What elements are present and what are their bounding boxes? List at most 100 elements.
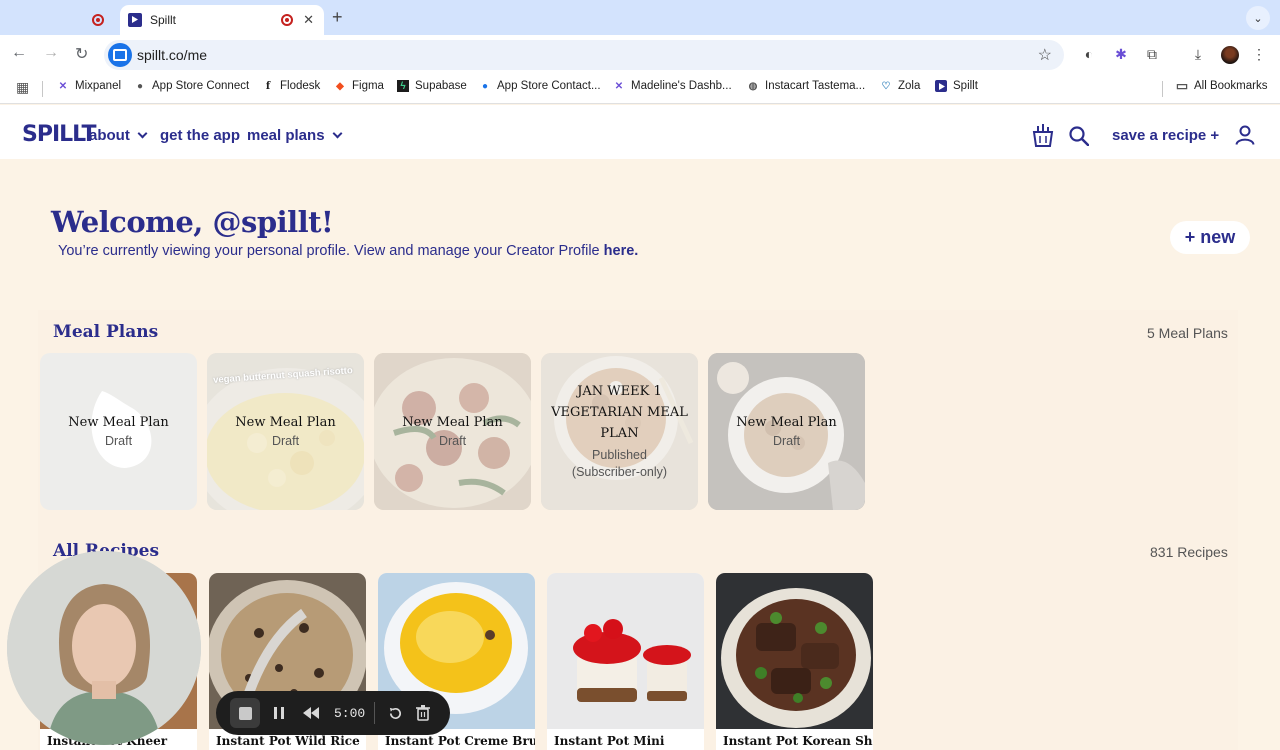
restart-icon[interactable] [386, 703, 404, 723]
meal-plan-card[interactable]: New Meal Plan Draft [374, 353, 531, 510]
recipe-name: Instant Pot Creme Brulee [385, 734, 535, 748]
stop-recording-button[interactable] [230, 698, 260, 728]
bookmark-label: Spillt [953, 80, 978, 92]
welcome-subtitle: You’re currently viewing your personal p… [58, 243, 638, 259]
url-text: spillt.co/me [137, 47, 208, 63]
bookmark-app-store-connect[interactable]: ● App Store Connect [134, 80, 249, 92]
grocery-basket-icon[interactable] [1031, 123, 1055, 147]
meal-plans-heading: Meal Plans [53, 322, 159, 342]
meal-plan-card[interactable]: New Meal Plan Draft [708, 353, 865, 510]
heart-icon: ♡ [881, 80, 891, 92]
supabase-icon: ϟ [397, 80, 409, 92]
new-button[interactable]: + new [1170, 221, 1250, 254]
search-icon[interactable] [1069, 126, 1089, 146]
profile-avatar[interactable] [1221, 46, 1239, 64]
meal-plan-card[interactable]: New Meal Plan Draft [40, 353, 197, 510]
bookmarks-bar: ▦ ✕ Mixpanel ● App Store Connect f Flode… [0, 73, 1280, 104]
reload-icon[interactable]: ↻ [75, 44, 88, 64]
meal-plan-name: New Meal Plan [402, 414, 503, 430]
bookmark-label: Zola [898, 80, 921, 92]
meal-plan-status: Draft [104, 434, 133, 449]
bookmark-flodesk[interactable]: f Flodesk [262, 80, 320, 92]
bookmark-separator [42, 81, 43, 97]
meal-plan-card[interactable]: JAN WEEK 1 VEGETARIAN MEAL PLAN Publishe… [541, 353, 698, 510]
address-bar[interactable]: spillt.co/me ☆ [104, 40, 1064, 70]
bookmark-madelines-dashboard[interactable]: ✕ Madeline's Dashb... [613, 80, 732, 92]
apple-icon: ● [481, 80, 489, 92]
meal-plan-status: Draft [271, 434, 300, 449]
korean-short-rib-photo [716, 573, 873, 729]
meal-plan-status: Published [592, 447, 647, 462]
recipe-card[interactable]: Instant Pot Mini [547, 573, 704, 750]
meal-plan-card[interactable]: vegan butternut squash risotto New Meal … [207, 353, 364, 510]
extension-puzzle-color-icon[interactable]: ✱ [1112, 45, 1130, 63]
pause-icon[interactable] [271, 703, 287, 723]
meal-plan-status: Draft [772, 434, 801, 449]
browser-tab-spillt[interactable]: Spillt ✕ [120, 5, 324, 35]
page-title: Welcome, @spillt! [51, 205, 334, 239]
webcam-bubble[interactable] [7, 551, 201, 745]
trash-icon[interactable] [414, 703, 432, 723]
nav-about-label: about [89, 127, 130, 144]
meal-plan-text: New Meal Plan Draft [46, 353, 191, 510]
browser-tab-strip: Spillt ✕ + ⌄ [0, 0, 1280, 35]
bookmark-star-icon[interactable]: ☆ [1038, 45, 1052, 65]
subtitle-text: You’re currently viewing your personal p… [58, 243, 600, 259]
user-profile-icon[interactable] [1235, 125, 1255, 145]
figma-icon: ◆ [336, 80, 344, 92]
apps-grid-icon[interactable]: ▦ [16, 79, 29, 96]
chevron-down-icon [137, 128, 148, 139]
creator-profile-link[interactable]: here. [604, 243, 639, 259]
browser-toolbar: ← → ↻ spillt.co/me ☆ ◐ ✱ 2 ⧉ ⤓ ⋮ [0, 35, 1280, 100]
bookmark-mixpanel[interactable]: ✕ Mixpanel [57, 80, 121, 92]
nav-meal-plans[interactable]: meal plans [247, 127, 342, 144]
bookmark-separator [1162, 81, 1163, 97]
mixpanel-icon: ✕ [614, 80, 624, 92]
recipe-name: Instant Pot Mini [554, 734, 665, 748]
extensions-puzzle-icon[interactable]: ⧉ [1143, 45, 1161, 63]
recipe-card[interactable]: Instant Pot Korean Short [716, 573, 873, 750]
all-bookmarks-label: All Bookmarks [1194, 80, 1268, 92]
meal-plan-name: JAN WEEK 1 VEGETARIAN MEAL PLAN [551, 384, 688, 442]
folder-icon: ▭ [1175, 78, 1189, 93]
spillt-logo[interactable]: SPILLT [22, 122, 97, 147]
meal-plan-text: New Meal Plan Draft [714, 353, 859, 510]
new-tab-icon[interactable]: + [332, 7, 343, 28]
forward-arrow-icon[interactable]: → [43, 44, 59, 62]
bookmark-spillt[interactable]: Spillt [935, 80, 978, 92]
nav-get-the-app[interactable]: get the app [160, 127, 240, 144]
nav-about[interactable]: about [89, 127, 148, 144]
save-recipe-button[interactable]: save a recipe + [1112, 127, 1219, 144]
browser-tab-recording[interactable] [8, 5, 120, 35]
download-icon[interactable]: ⤓ [1189, 45, 1207, 63]
meal-plans-count: 5 Meal Plans [1147, 325, 1228, 341]
bookmark-figma[interactable]: ◆ Figma [334, 80, 384, 92]
bookmark-zola[interactable]: ♡ Zola [880, 80, 921, 92]
site-info-icon[interactable] [108, 43, 132, 67]
bookmark-instacart-tastemakers[interactable]: ◍ Instacart Tastema... [747, 80, 866, 92]
bookmark-label: Mixpanel [75, 80, 122, 92]
bookmark-app-store-contact[interactable]: ● App Store Contact... [479, 80, 601, 92]
bookmark-label: Instacart Tastema... [765, 80, 866, 92]
all-bookmarks-folder[interactable]: ▭ All Bookmarks [1175, 78, 1268, 93]
rewind-icon[interactable] [301, 703, 321, 723]
bookmark-label: App Store Connect [152, 80, 250, 92]
back-arrow-icon[interactable]: ← [11, 44, 27, 62]
bookmark-label: Figma [352, 80, 384, 92]
meal-plan-name: New Meal Plan [235, 414, 336, 430]
extension-shield-icon[interactable]: ◐ [1080, 45, 1098, 63]
bookmark-label: Supabase [415, 80, 467, 92]
nav-meal-plans-label: meal plans [247, 127, 325, 144]
tab-search-chevron-icon[interactable]: ⌄ [1246, 6, 1270, 30]
bookmark-label: Madeline's Dashb... [631, 80, 732, 92]
recipes-count: 831 Recipes [1150, 544, 1228, 560]
tab-close-icon[interactable]: ✕ [303, 12, 314, 28]
recording-icon [92, 14, 104, 26]
bookmark-label: Flodesk [280, 80, 321, 92]
recording-timer: 5:00 [334, 706, 366, 721]
meal-plan-status: Draft [438, 434, 467, 449]
webcam-presenter-image [7, 551, 201, 745]
bookmark-supabase[interactable]: ϟ Supabase [397, 80, 467, 92]
more-menu-icon[interactable]: ⋮ [1250, 45, 1268, 63]
meal-plan-text: New Meal Plan Draft [380, 353, 525, 510]
